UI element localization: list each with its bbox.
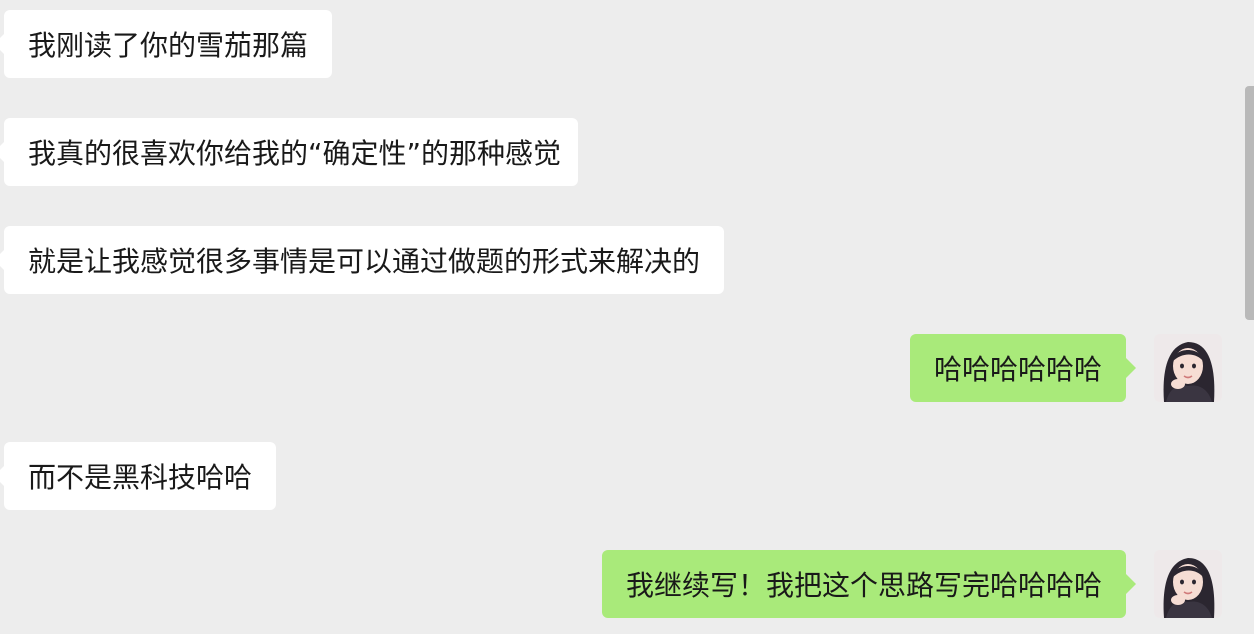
- message-text: 我刚读了你的雪茄那篇: [28, 29, 309, 62]
- incoming-message-bubble[interactable]: 我真的很喜欢你给我的“确定性”的那种感觉: [0, 118, 578, 186]
- avatar[interactable]: [1154, 550, 1222, 618]
- avatar-icon: [1154, 334, 1222, 402]
- message-text: 我真的很喜欢你给我的“确定性”的那种感觉: [28, 137, 562, 170]
- message-text: 我继续写！我把这个思路写完哈哈哈哈: [626, 569, 1103, 602]
- outgoing-message-bubble[interactable]: 哈哈哈哈哈哈: [910, 334, 1136, 402]
- scrollbar[interactable]: [1245, 86, 1254, 320]
- message-text: 哈哈哈哈哈哈: [934, 353, 1103, 386]
- incoming-message-bubble[interactable]: 就是让我感觉很多事情是可以通过做题的形式来解决的: [0, 226, 724, 294]
- incoming-message-bubble[interactable]: 而不是黑科技哈哈: [0, 442, 276, 510]
- avatar-icon: [1154, 550, 1222, 618]
- chat-message-list[interactable]: 我刚读了你的雪茄那篇 我真的很喜欢你给我的“确定性”的那种感觉 就是让我感觉很多…: [0, 0, 1254, 634]
- message-text: 而不是黑科技哈哈: [28, 461, 253, 494]
- avatar[interactable]: [1154, 334, 1222, 402]
- incoming-message-bubble[interactable]: 我刚读了你的雪茄那篇: [0, 10, 332, 78]
- outgoing-message-bubble[interactable]: 我继续写！我把这个思路写完哈哈哈哈: [602, 550, 1136, 618]
- message-text: 就是让我感觉很多事情是可以通过做题的形式来解决的: [28, 245, 701, 278]
